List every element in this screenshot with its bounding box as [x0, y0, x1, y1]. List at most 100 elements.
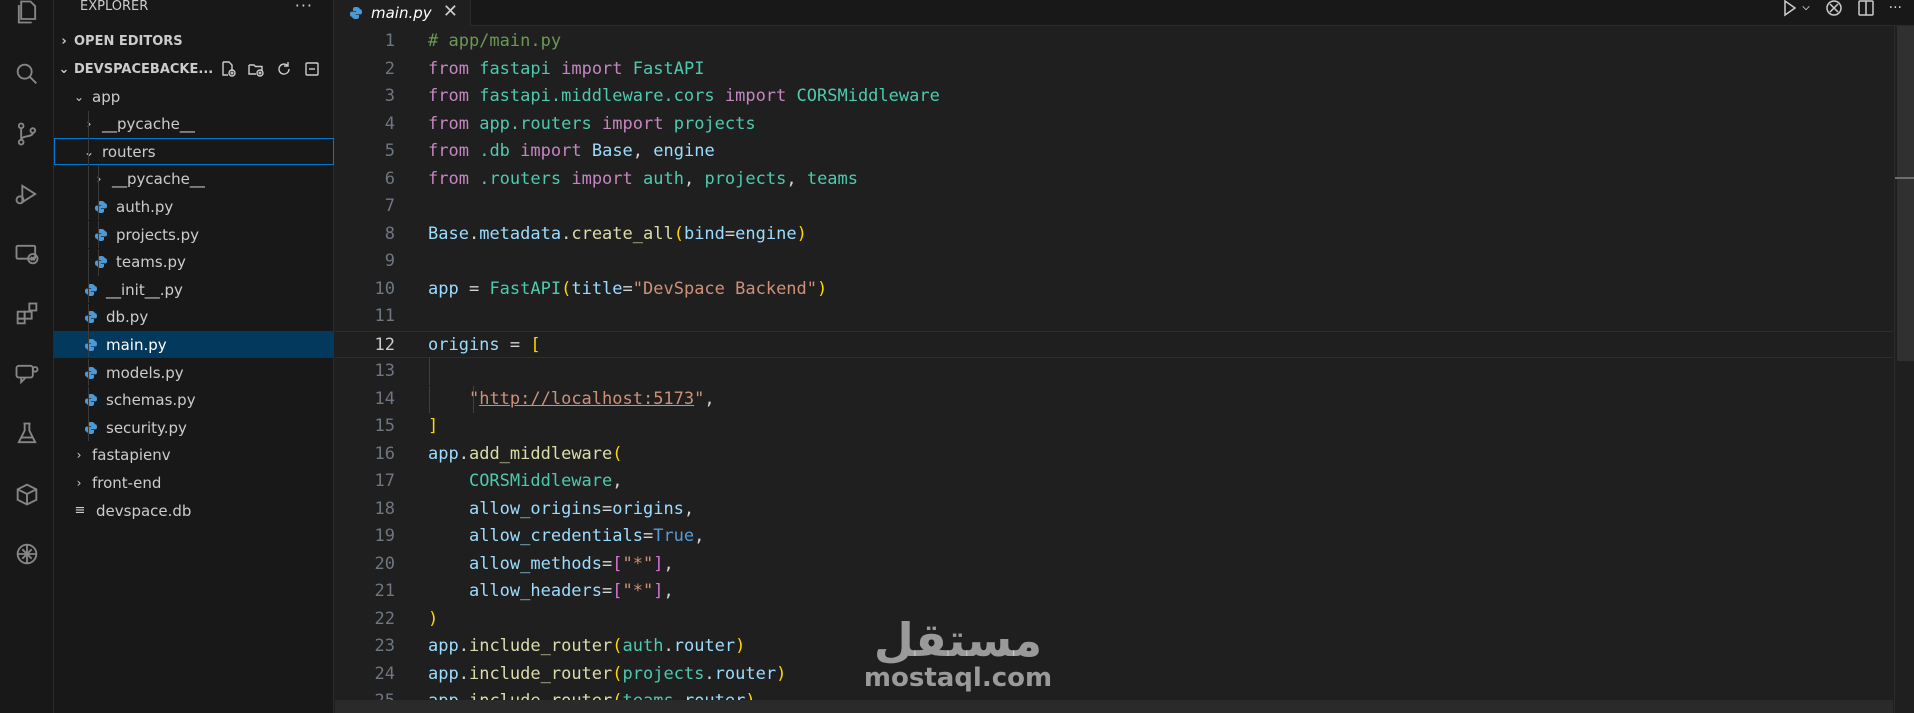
code-token: auth: [643, 168, 684, 189]
workspace-header[interactable]: ⌄ DEVSPACEBACKE...: [54, 56, 334, 82]
code-token: True: [653, 526, 695, 546]
code-token: [: [612, 581, 623, 601]
chevron-down-icon: ⌄: [73, 89, 85, 104]
line-number: 20: [374, 553, 395, 574]
line-number: 18: [374, 498, 395, 519]
line-number: 24: [374, 663, 395, 684]
code-token: include_router: [468, 663, 613, 684]
collapse-all-icon[interactable]: [302, 60, 322, 78]
code-token: Base: [428, 223, 469, 244]
code-line[interactable]: 23 app.include_router(auth.router): [335, 633, 1893, 660]
code-token: import: [602, 113, 664, 134]
tree-file[interactable]: schemas.py: [54, 386, 334, 414]
code-token: Base: [591, 141, 633, 161]
tree-file[interactable]: projects.py: [54, 221, 334, 248]
open-editors-header[interactable]: › OPEN EDITORS: [54, 28, 334, 54]
tab-main-py[interactable]: main.py ✕: [335, 0, 471, 26]
code-token: .: [561, 223, 572, 244]
code-token: title: [571, 278, 623, 299]
code-text: ]: [428, 413, 438, 440]
editor-more-button[interactable]: ···: [1889, 0, 1902, 16]
new-folder-icon[interactable]: [246, 60, 266, 78]
tree-folder[interactable]: ⌄ routers: [54, 138, 334, 166]
code-line[interactable]: 14 "http://localhost:5173",: [335, 385, 1893, 413]
code-token: allow_headers: [468, 581, 603, 601]
code-token: ,: [612, 471, 623, 491]
chevron-down-icon[interactable]: [1801, 0, 1811, 17]
code-line[interactable]: 17 CORSMiddleware,: [335, 468, 1893, 495]
extensions-icon[interactable]: [9, 296, 45, 332]
chat-icon[interactable]: [9, 356, 45, 392]
code-line[interactable]: 6 from .routers import auth, projects, te…: [335, 166, 1893, 193]
code-line[interactable]: 1 # app/main.py: [335, 28, 1893, 55]
code-line[interactable]: 18 allow_origins=origins,: [335, 496, 1893, 523]
horizontal-scrollbar[interactable]: [335, 700, 1893, 713]
files-icon[interactable]: [9, 0, 45, 30]
code-line[interactable]: 20 allow_methods=["*"],: [335, 551, 1893, 578]
openai-icon[interactable]: [1825, 0, 1843, 17]
code-text: CORSMiddleware,: [428, 468, 623, 495]
code-line[interactable]: 2 from fastapi import FastAPI: [335, 56, 1893, 83]
line-number: 19: [374, 526, 395, 546]
code-token: engine: [653, 141, 715, 161]
code-line[interactable]: 8 Base.metadata.create_all(bind=engine): [335, 221, 1893, 248]
code-token: router: [714, 663, 777, 684]
code-line[interactable]: 5 from .db import Base, engine: [335, 138, 1893, 165]
testing-icon[interactable]: [9, 416, 45, 452]
tree-folder[interactable]: › __pycache__: [54, 165, 334, 193]
source-control-icon[interactable]: [9, 116, 45, 152]
tree-item-label: routers: [102, 142, 156, 161]
run-debug-icon[interactable]: [9, 176, 45, 212]
tree-file[interactable]: teams.py: [54, 248, 334, 276]
split-editor-icon[interactable]: [1857, 0, 1875, 17]
code-token: from: [428, 113, 469, 134]
code-line[interactable]: 15]: [335, 413, 1893, 440]
code-line[interactable]: 16 app.add_middleware(: [335, 441, 1893, 468]
tree-folder[interactable]: › __pycache__: [54, 110, 334, 138]
tree-item-label: security.py: [106, 418, 187, 437]
tree-file[interactable]: db.py: [54, 303, 334, 331]
tree-folder[interactable]: ⌄ app: [54, 83, 334, 110]
code-line[interactable]: 10 app = FastAPI(title="DevSpace Backend"…: [335, 276, 1893, 303]
code-token: ,: [632, 141, 654, 161]
new-file-icon[interactable]: [218, 60, 238, 78]
refresh-icon[interactable]: [274, 60, 294, 78]
tree-file[interactable]: auth.py: [54, 193, 334, 221]
tree-file[interactable]: ≡ devspace.db: [54, 497, 334, 524]
scrollbar-thumb[interactable]: [1897, 26, 1914, 361]
code-line[interactable]: 24 app.include_router(projects.router): [335, 661, 1893, 688]
code-line[interactable]: 19 allow_credentials=True,: [335, 523, 1893, 550]
code-line[interactable]: 22): [335, 606, 1893, 633]
tree-file[interactable]: __init__.py: [54, 276, 334, 304]
code-line[interactable]: 3 from fastapi.middleware.cors import COR…: [335, 83, 1893, 110]
code-token: app.routers: [479, 113, 592, 134]
tree-item-label: __init__.py: [106, 280, 183, 299]
code-line[interactable]: 13: [335, 358, 1893, 385]
code-line[interactable]: 7: [335, 193, 1893, 220]
package-icon[interactable]: [9, 476, 45, 512]
run-icon[interactable]: [1781, 0, 1799, 17]
remote-explorer-icon[interactable]: [9, 236, 45, 272]
code-line[interactable]: 9: [335, 248, 1893, 275]
code-token: FastAPI: [489, 278, 562, 299]
code-token: import: [520, 141, 582, 161]
tree-item-label: teams.py: [116, 253, 186, 272]
code-line[interactable]: 21 allow_headers=["*"],: [335, 578, 1893, 605]
vertical-scrollbar[interactable]: [1894, 26, 1914, 713]
search-icon[interactable]: [9, 56, 45, 92]
tree-file[interactable]: models.py: [54, 359, 334, 386]
explorer-more-button[interactable]: ···: [295, 0, 313, 15]
code-token: .routers: [479, 168, 562, 189]
close-icon[interactable]: ✕: [443, 1, 458, 22]
openai-icon[interactable]: [9, 536, 45, 572]
code-line[interactable]: 4 from app.routers import projects: [335, 111, 1893, 138]
code-token: from: [428, 58, 469, 79]
tree-file[interactable]: security.py: [54, 414, 334, 442]
code-token: ,: [683, 498, 695, 519]
code-line[interactable]: 11: [335, 303, 1893, 330]
tree-folder[interactable]: › front-end: [54, 469, 334, 496]
tree-folder[interactable]: › fastapienv: [54, 442, 334, 469]
code-line[interactable]: 12 origins = [: [335, 330, 1893, 358]
tree-file[interactable]: main.py: [54, 331, 334, 359]
